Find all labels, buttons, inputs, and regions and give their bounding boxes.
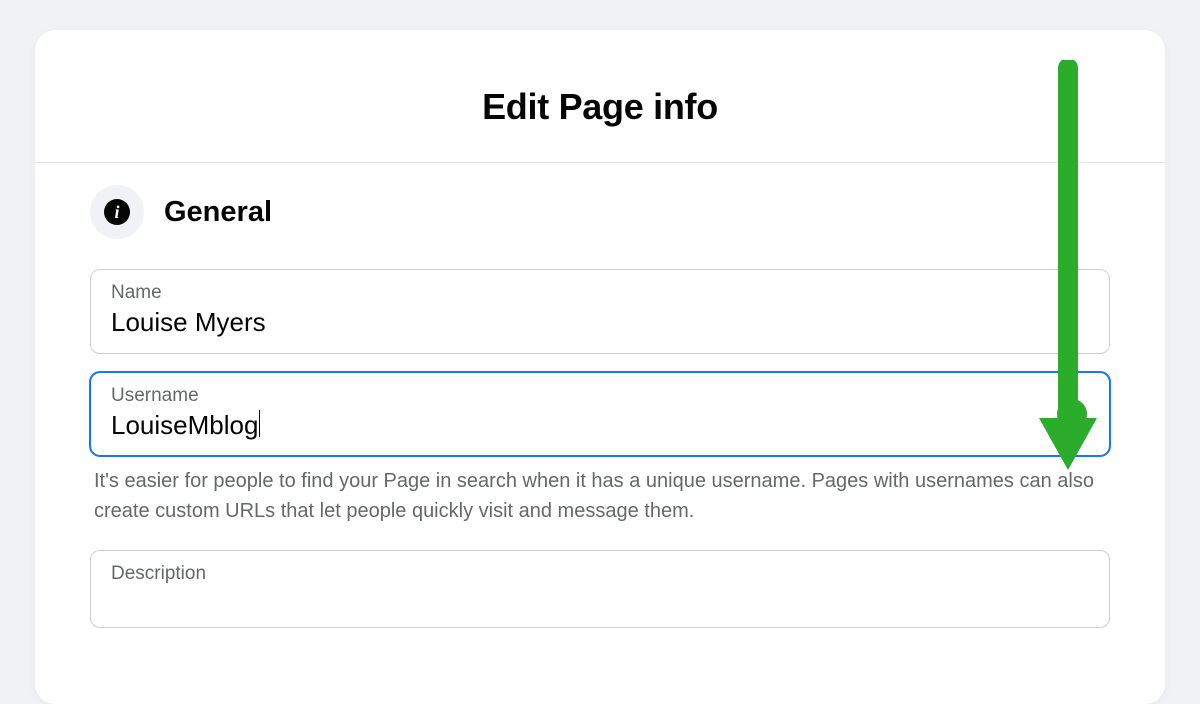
username-field-wrap: Username LouiseMblog xyxy=(90,372,1110,457)
section-icon-wrap: i xyxy=(90,185,144,239)
username-helper-text: It's easier for people to find your Page… xyxy=(90,466,1110,550)
card-header: Edit Page info xyxy=(35,30,1165,163)
section-title: General xyxy=(164,196,272,229)
description-field-wrap: Description xyxy=(90,550,1110,628)
description-field-label: Description xyxy=(111,563,1089,585)
username-field[interactable]: Username LouiseMblog xyxy=(90,372,1110,457)
name-field-wrap: Name xyxy=(90,269,1110,354)
info-icon: i xyxy=(104,199,130,225)
edit-page-info-card: Edit Page info i General Name Username L… xyxy=(35,30,1165,704)
name-field-label: Name xyxy=(111,282,1089,304)
name-field[interactable]: Name xyxy=(90,269,1110,354)
username-input[interactable]: LouiseMblog xyxy=(111,409,1029,442)
checkmark-icon xyxy=(1057,399,1087,429)
description-field[interactable]: Description xyxy=(90,550,1110,628)
section-header: i General xyxy=(90,163,1110,269)
username-field-label: Username xyxy=(111,385,1089,407)
text-cursor xyxy=(259,410,260,437)
name-input[interactable] xyxy=(111,306,1029,339)
page-title: Edit Page info xyxy=(35,86,1165,128)
general-section: i General Name Username LouiseMblog xyxy=(35,163,1165,628)
